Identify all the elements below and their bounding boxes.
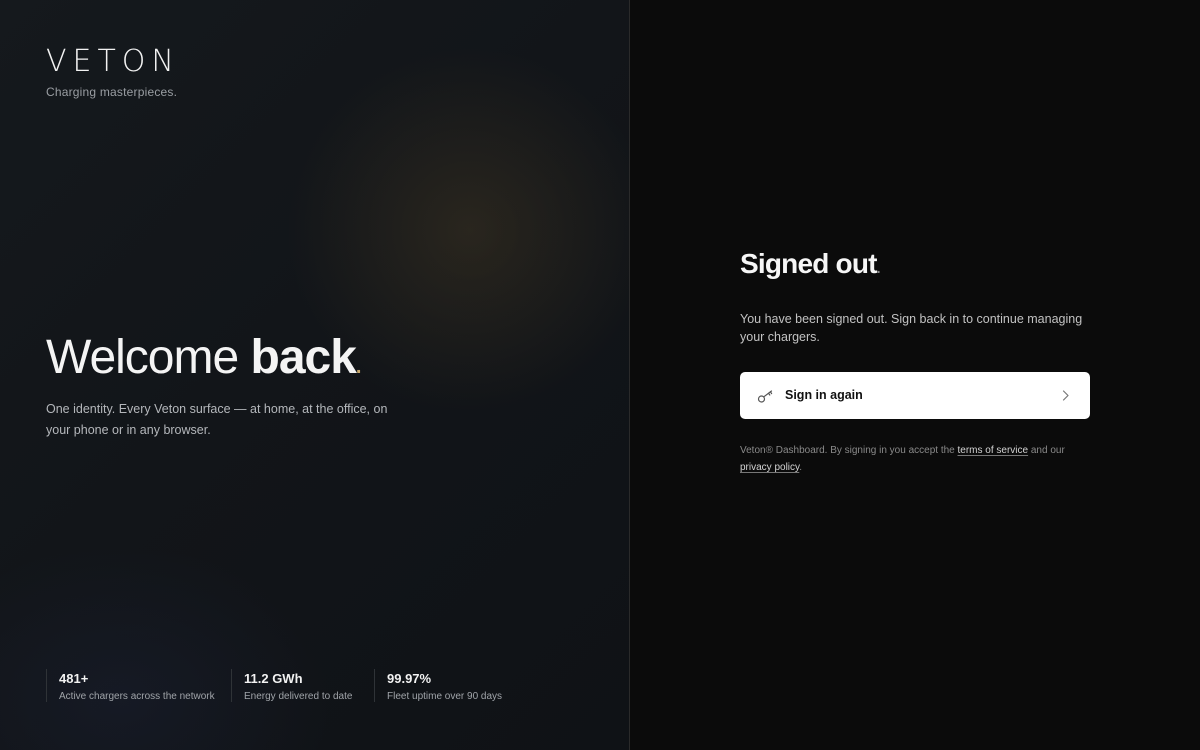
- welcome-intro: One identity. Every Veton surface — at h…: [46, 402, 388, 437]
- stat-label: Fleet uptime over 90 days: [387, 691, 503, 702]
- sign-in-again-label: Sign in again: [785, 388, 863, 402]
- terms-of-service-link[interactable]: terms of service: [958, 445, 1029, 456]
- signed-out-message: You have been signed out. Sign back in t…: [740, 312, 1083, 344]
- stat-value: 481+: [59, 671, 89, 686]
- brand-tagline: Charging masterpieces.: [46, 85, 178, 99]
- legal-prefix: Veton® Dashboard. By signing in you acce…: [740, 445, 958, 456]
- welcome-heading-light: Welcome: [46, 331, 239, 384]
- welcome-heading-bold: back: [250, 331, 357, 384]
- sign-in-again-button[interactable]: Sign in again: [740, 372, 1090, 419]
- stat-active-chargers: 481+ Active chargers across the network: [46, 669, 231, 702]
- brand-panel: VETON Charging masterpieces. Welcome bac…: [0, 0, 629, 750]
- stat-fleet-uptime: 99.97% Fleet uptime over 90 days: [374, 669, 524, 702]
- stat-value: 11.2 GWh: [244, 671, 303, 686]
- signed-out-heading: Signed out.: [740, 248, 881, 280]
- welcome-heading: Welcome back.: [46, 330, 361, 385]
- key-icon: [757, 390, 773, 403]
- stat-label: Energy delivered to date: [244, 691, 353, 702]
- stats-row: 481+ Active chargers across the network …: [46, 669, 524, 702]
- legal-middle: and our: [1028, 445, 1065, 456]
- legal-suffix: .: [799, 462, 803, 473]
- chevron-right-icon: [1062, 390, 1069, 401]
- privacy-policy-link[interactable]: privacy policy: [740, 462, 799, 473]
- signed-out-heading-dot: .: [876, 260, 881, 276]
- stat-value: 99.97%: [387, 671, 432, 686]
- signout-panel: Signed out. You have been signed out. Si…: [630, 0, 1200, 750]
- signed-out-heading-text: Signed out: [740, 248, 877, 279]
- legal-notice: Veton® Dashboard. By signing in you acce…: [740, 442, 1095, 476]
- welcome-heading-dot: .: [355, 356, 361, 378]
- veton-logo: VETON: [46, 44, 180, 79]
- stat-energy-delivered: 11.2 GWh Energy delivered to date: [231, 669, 374, 702]
- stat-label: Active chargers across the network: [59, 691, 215, 702]
